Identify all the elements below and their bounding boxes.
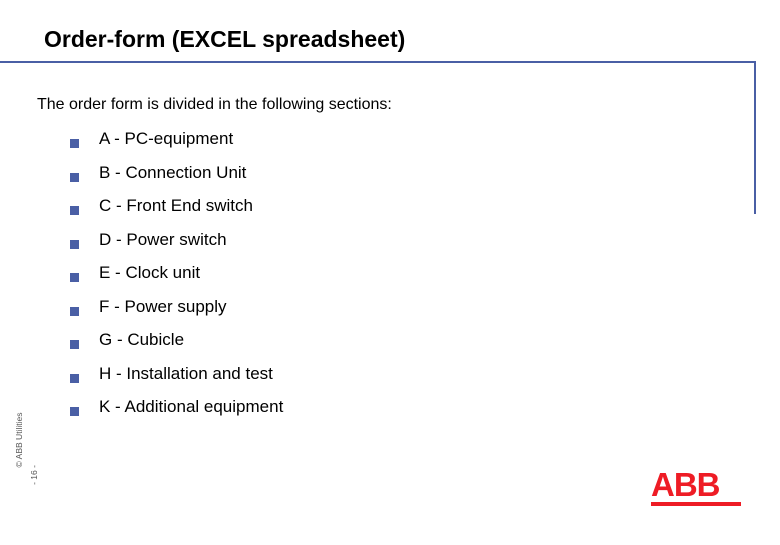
slide-canvas: Order-form (EXCEL spreadsheet) The order… [0,0,780,540]
square-bullet-icon [70,139,79,148]
square-bullet-icon [70,373,79,383]
square-bullet-icon [70,206,79,215]
title-underline [0,61,756,63]
list-item-label: D - Power switch [99,229,227,249]
list-item: E - Clock unit [70,263,690,297]
list-item: H - Installation and test [70,364,690,398]
square-bullet-icon [70,239,79,249]
square-bullet-icon [70,306,79,316]
list-item-label: F - Power supply [99,296,227,316]
list-item: G - Cubicle [70,330,690,364]
list-item: K - Additional equipment [70,397,690,431]
square-bullet-icon [70,340,79,349]
list-item: C - Front End switch [70,196,690,230]
list-item-label: K - Additional equipment [99,397,284,416]
abb-logo: ABB [651,466,741,506]
slide-number-note: - 16 - [29,465,39,485]
list-item-label: E - Clock unit [99,263,201,282]
list-item-label: A - PC-equipment [99,129,234,148]
page-title: Order-form (EXCEL spreadsheet) [44,26,406,52]
list-item: A - PC-equipment [70,129,690,163]
list-item-label: H - Installation and test [99,363,273,383]
list-item-label: C - Front End switch [99,196,253,215]
copyright-note: © ABB Utilities [14,412,24,468]
list-item: F - Power supply [70,297,690,331]
square-bullet-icon [70,273,79,282]
bullet-list: A - PC-equipment B - Connection Unit C -… [70,129,690,431]
abb-logo-text: ABB [651,466,721,503]
intro-text: The order form is divided in the followi… [37,96,392,113]
right-vertical-rule [754,61,756,214]
square-bullet-icon [70,407,79,416]
list-item: D - Power switch [70,230,690,264]
square-bullet-icon [70,172,79,182]
list-item: B - Connection Unit [70,163,690,197]
list-item-label: G - Cubicle [99,330,185,349]
list-item-label: B - Connection Unit [99,162,247,182]
